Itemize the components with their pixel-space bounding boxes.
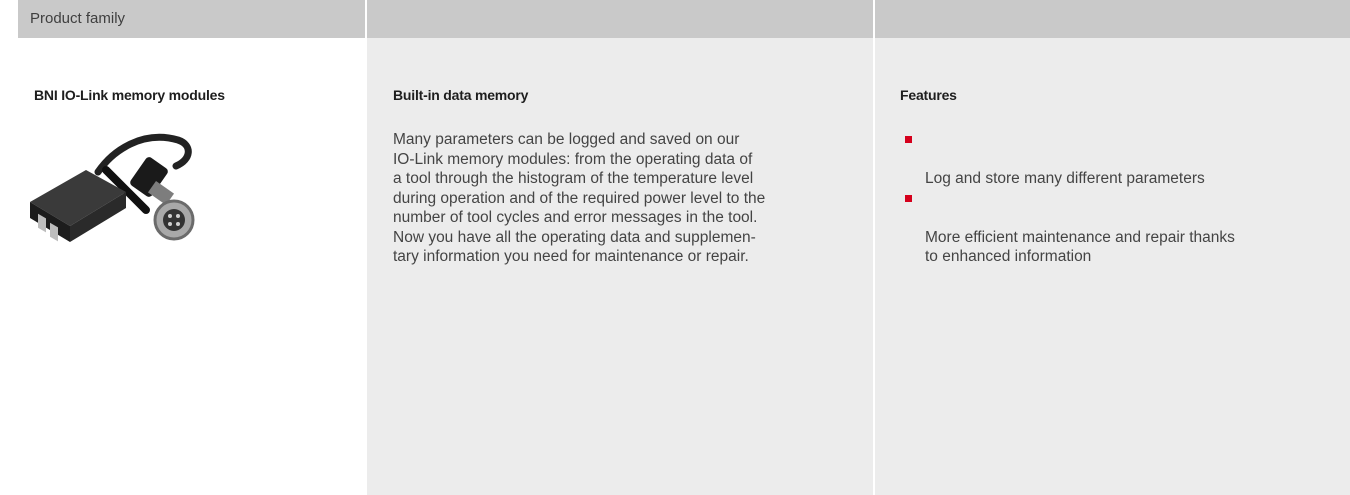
features-list: Log and store many different parameters … [905,130,1325,267]
list-item: More efficient maintenance and repair th… [905,189,1325,267]
header-cell-product-family: Product family [18,0,365,38]
list-item: Log and store many different parameters [905,130,1325,189]
feature-text: Log and store many different parameters [925,170,1205,187]
feature-text: More efficient maintenance and repair th… [925,228,1235,266]
header-label-product-family: Product family [30,10,126,27]
product-name: BNI IO-Link memory modules [34,87,225,103]
description-text: Many parameters can be logged and saved … [393,131,766,265]
header-cell-features [875,0,1350,38]
io-link-memory-module-connector-image [30,133,195,242]
bullet-icon [905,194,912,202]
features-title: Features [900,87,957,103]
description-title: Built-in data memory [393,87,529,103]
header-cell-description [367,0,873,38]
bullet-icon [905,136,912,143]
